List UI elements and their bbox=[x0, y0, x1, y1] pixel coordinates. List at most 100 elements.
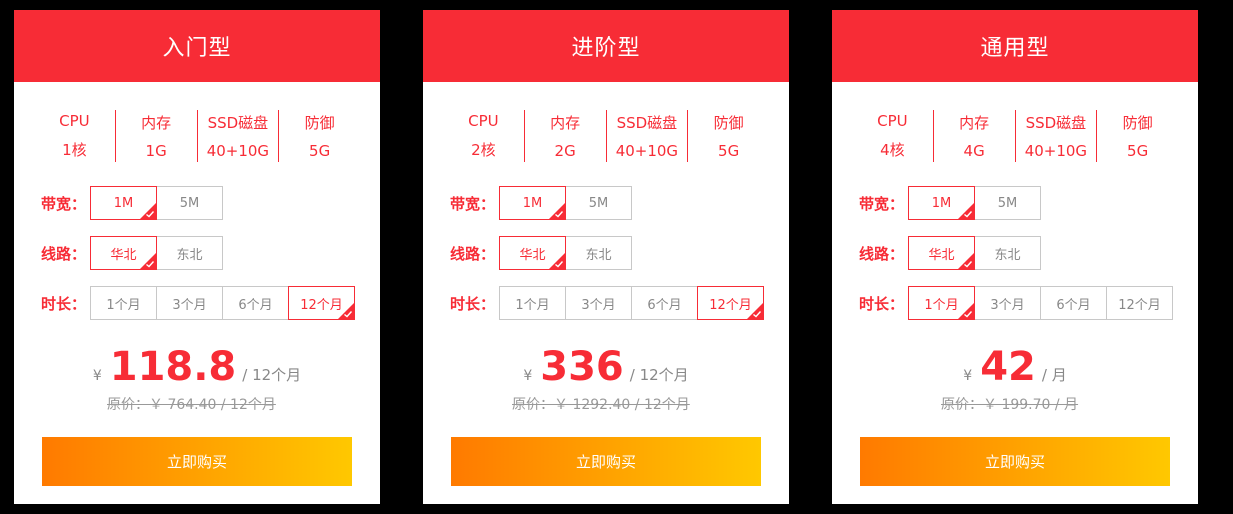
price-period: / 12个月 bbox=[629, 366, 689, 384]
spec-name: 防御 bbox=[1122, 114, 1153, 132]
option-button[interactable]: 东北 bbox=[565, 236, 632, 270]
option-button[interactable]: 东北 bbox=[156, 236, 223, 270]
spec-disk: SSD磁盘 40+10G bbox=[605, 110, 688, 162]
plan-title: 通用型 bbox=[832, 10, 1198, 82]
route-options: 华北 东北 bbox=[908, 236, 1041, 270]
duration-label: 时长： bbox=[450, 294, 496, 313]
spec-name: CPU bbox=[468, 112, 499, 130]
option-button[interactable]: 6个月 bbox=[631, 286, 698, 320]
original-price: 原价：￥ 1292.40 / 12个月 bbox=[512, 397, 690, 413]
buy-button[interactable]: 立即购买 bbox=[451, 437, 761, 486]
duration-row: 时长： 1个月 3个月 6个月 12个月 bbox=[450, 286, 789, 320]
price-row: ¥ 118.8 / 12个月 bbox=[14, 344, 380, 392]
price-value: 336 bbox=[540, 344, 624, 390]
spec-defense: 防御 5G bbox=[687, 110, 769, 162]
bandwidth-row: 带宽： 1M 5M bbox=[859, 186, 1198, 220]
option-button[interactable]: 5M bbox=[156, 186, 223, 220]
plan-card-entry: 入门型 CPU 1核 内存 1G SSD磁盘 40+10G 防御 5G 带宽： 1M 5M… bbox=[14, 10, 380, 504]
route-row: 线路： 华北 东北 bbox=[450, 236, 789, 270]
spec-value: 1核 bbox=[62, 141, 87, 159]
currency-symbol: ¥ bbox=[963, 368, 973, 384]
duration-row: 时长： 1个月 3个月 6个月 12个月 bbox=[859, 286, 1198, 320]
route-label: 线路： bbox=[859, 244, 905, 263]
selected-check-icon bbox=[958, 253, 974, 269]
spec-value: 1G bbox=[145, 142, 167, 160]
spec-value: 5G bbox=[718, 142, 740, 160]
original-price: 原价：￥ 764.40 / 12个月 bbox=[107, 397, 276, 413]
spec-name: 内存 bbox=[959, 114, 990, 132]
spec-value: 5G bbox=[309, 142, 331, 160]
spec-list: CPU 2核 内存 2G SSD磁盘 40+10G 防御 5G bbox=[443, 110, 769, 162]
route-options: 华北 东北 bbox=[499, 236, 632, 270]
spec-name: CPU bbox=[877, 112, 908, 130]
spec-name: CPU bbox=[59, 112, 90, 130]
selected-check-icon bbox=[747, 303, 763, 319]
bandwidth-options: 1M 5M bbox=[499, 186, 632, 220]
spec-value: 4核 bbox=[880, 141, 905, 159]
duration-options: 1个月 3个月 6个月 12个月 bbox=[908, 286, 1173, 320]
plan-title: 入门型 bbox=[14, 10, 380, 82]
selected-check-icon bbox=[140, 203, 156, 219]
bandwidth-label: 带宽： bbox=[450, 194, 496, 213]
price-row: ¥ 42 / 月 bbox=[832, 344, 1198, 392]
option-button[interactable]: 1M bbox=[908, 186, 975, 220]
original-price: 原价：￥ 199.70 / 月 bbox=[941, 397, 1079, 413]
spec-name: 内存 bbox=[550, 114, 581, 132]
option-button[interactable]: 1个月 bbox=[499, 286, 566, 320]
selected-check-icon bbox=[958, 203, 974, 219]
price-row: ¥ 336 / 12个月 bbox=[423, 344, 789, 392]
duration-row: 时长： 1个月 3个月 6个月 12个月 bbox=[41, 286, 380, 320]
option-button[interactable]: 华北 bbox=[499, 236, 566, 270]
selected-check-icon bbox=[549, 203, 565, 219]
option-button[interactable]: 3个月 bbox=[565, 286, 632, 320]
spec-value: 40+10G bbox=[615, 142, 679, 160]
option-button[interactable]: 东北 bbox=[974, 236, 1041, 270]
spec-name: 防御 bbox=[713, 114, 744, 132]
option-button[interactable]: 3个月 bbox=[156, 286, 223, 320]
option-button[interactable]: 1M bbox=[499, 186, 566, 220]
spec-value: 40+10G bbox=[1024, 142, 1088, 160]
buy-button[interactable]: 立即购买 bbox=[42, 437, 352, 486]
option-button[interactable]: 华北 bbox=[908, 236, 975, 270]
option-button[interactable]: 5M bbox=[974, 186, 1041, 220]
option-button[interactable]: 1M bbox=[90, 186, 157, 220]
currency-symbol: ¥ bbox=[523, 368, 533, 384]
currency-symbol: ¥ bbox=[92, 368, 102, 384]
option-button[interactable]: 6个月 bbox=[1040, 286, 1107, 320]
selected-check-icon bbox=[549, 253, 565, 269]
spec-defense: 防御 5G bbox=[278, 110, 360, 162]
spec-list: CPU 4核 内存 4G SSD磁盘 40+10G 防御 5G bbox=[852, 110, 1178, 162]
option-button[interactable]: 6个月 bbox=[222, 286, 289, 320]
spec-list: CPU 1核 内存 1G SSD磁盘 40+10G 防御 5G bbox=[34, 110, 360, 162]
option-button[interactable]: 华北 bbox=[90, 236, 157, 270]
bandwidth-options: 1M 5M bbox=[908, 186, 1041, 220]
bandwidth-label: 带宽： bbox=[859, 194, 905, 213]
spec-cpu: CPU 4核 bbox=[852, 110, 933, 162]
price-value: 118.8 bbox=[109, 344, 237, 390]
price-period: / 月 bbox=[1041, 366, 1067, 384]
bandwidth-row: 带宽： 1M 5M bbox=[450, 186, 789, 220]
spec-name: SSD磁盘 bbox=[616, 114, 678, 132]
spec-value: 40+10G bbox=[206, 142, 270, 160]
option-button[interactable]: 1个月 bbox=[90, 286, 157, 320]
buy-button[interactable]: 立即购买 bbox=[860, 437, 1170, 486]
option-button[interactable]: 12个月 bbox=[1106, 286, 1173, 320]
option-button[interactable]: 1个月 bbox=[908, 286, 975, 320]
spec-disk: SSD磁盘 40+10G bbox=[196, 110, 279, 162]
option-button[interactable]: 3个月 bbox=[974, 286, 1041, 320]
spec-value: 2核 bbox=[471, 141, 496, 159]
option-button[interactable]: 5M bbox=[565, 186, 632, 220]
plan-title: 进阶型 bbox=[423, 10, 789, 82]
plan-card-general: 通用型 CPU 4核 内存 4G SSD磁盘 40+10G 防御 5G 带宽： 1M 5M… bbox=[832, 10, 1198, 504]
spec-name: 防御 bbox=[304, 114, 335, 132]
route-row: 线路： 华北 东北 bbox=[859, 236, 1198, 270]
spec-disk: SSD磁盘 40+10G bbox=[1014, 110, 1097, 162]
option-button[interactable]: 12个月 bbox=[697, 286, 764, 320]
price-value: 42 bbox=[980, 344, 1036, 390]
option-button[interactable]: 12个月 bbox=[288, 286, 355, 320]
duration-label: 时长： bbox=[859, 294, 905, 313]
bandwidth-label: 带宽： bbox=[41, 194, 87, 213]
spec-defense: 防御 5G bbox=[1096, 110, 1178, 162]
plan-card-advanced: 进阶型 CPU 2核 内存 2G SSD磁盘 40+10G 防御 5G 带宽： 1M 5M… bbox=[423, 10, 789, 504]
price-period: / 12个月 bbox=[242, 366, 302, 384]
